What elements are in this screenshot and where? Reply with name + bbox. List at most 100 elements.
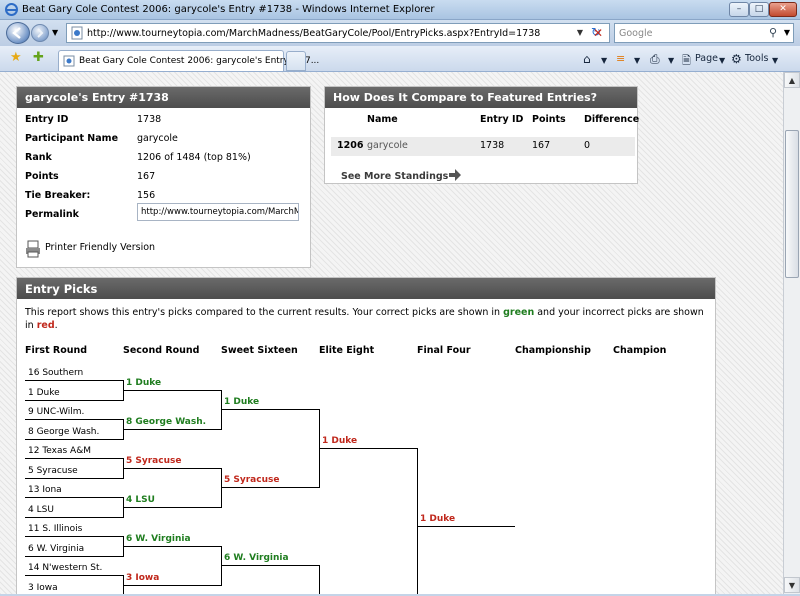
new-tab-button[interactable] <box>286 51 306 71</box>
participant-value: garycole <box>137 133 178 144</box>
round-header: Second Round <box>123 345 200 356</box>
compare-col-name: Name <box>367 114 398 125</box>
picks-intro: This report shows this entry's picks com… <box>25 307 711 332</box>
home-icon[interactable]: ⌂ <box>583 52 591 66</box>
tools-gear-icon: ⚙ <box>731 52 742 66</box>
search-input[interactable]: Google <box>619 28 653 39</box>
tiebreaker-label: Tie Breaker: <box>25 190 91 201</box>
bracket-line <box>123 584 221 586</box>
bracket-line <box>25 497 123 498</box>
forward-button[interactable] <box>31 24 49 42</box>
forward-arrow-icon <box>37 28 44 38</box>
bracket-line <box>25 438 123 440</box>
permalink-row: Permalink <box>25 209 79 220</box>
minimize-button[interactable]: – <box>729 2 749 17</box>
feeds-icon[interactable]: ≡ <box>616 52 625 65</box>
intro-red-word: red <box>36 319 55 331</box>
page-menu-dropdown-icon[interactable]: ▼ <box>719 56 725 65</box>
scroll-down-arrow-icon[interactable]: ▼ <box>784 577 800 593</box>
round-header: Elite Eight <box>319 345 375 356</box>
compare-header: How Does It Compare to Featured Entries? <box>325 87 637 108</box>
bracket-line <box>25 536 123 537</box>
points-row: Points 167 <box>25 171 155 182</box>
vertical-scrollbar[interactable]: ▲ ▼ <box>783 72 800 594</box>
scroll-up-arrow-icon[interactable]: ▲ <box>784 72 800 88</box>
compare-entry-id: 1738 <box>480 140 505 151</box>
entry-picks-panel: Entry Picks This report shows this entry… <box>16 277 716 594</box>
search-icon[interactable]: ⚲ <box>769 26 777 39</box>
round-header: Sweet Sixteen <box>221 345 298 356</box>
tiebreaker-value: 156 <box>137 190 156 201</box>
intro-green-word: green <box>503 307 535 318</box>
back-arrow-icon <box>12 27 21 39</box>
browser-tab[interactable]: Beat Gary Cole Contest 2006: garycole's … <box>58 50 319 71</box>
bracket-line <box>123 428 221 430</box>
scrollbar-thumb[interactable] <box>785 130 799 278</box>
bracket-line <box>123 545 221 547</box>
feeds-dropdown-icon[interactable]: ▼ <box>634 56 640 65</box>
tools-menu-dropdown-icon[interactable]: ▼ <box>772 56 778 65</box>
permalink-label: Permalink <box>25 209 79 220</box>
back-button[interactable] <box>6 22 30 44</box>
rank-label: Rank <box>25 152 52 163</box>
compare-row: 1206 garycole 1738 167 0 <box>331 137 635 156</box>
entry-id-value: 1738 <box>137 114 162 125</box>
bracket-line <box>25 555 123 557</box>
compare-name[interactable]: garycole <box>367 140 408 151</box>
compare-rank: 1206 <box>337 140 364 151</box>
address-bar[interactable]: http://www.tourneytopia.com/MarchMadness… <box>66 23 610 43</box>
compare-col-entry-id: Entry ID <box>480 114 524 125</box>
bracket-line <box>221 487 319 489</box>
bracket-line <box>123 389 221 391</box>
first-round-team: 3 Iowa <box>28 582 58 593</box>
bracket-line <box>25 399 123 401</box>
favorites-star-icon[interactable]: ★ <box>10 50 22 65</box>
entry-info-panel: garycole's Entry #1738 Entry ID 1738 Par… <box>16 86 311 268</box>
recent-pages-dropdown-icon[interactable]: ▼ <box>52 28 58 37</box>
compare-col-points: Points <box>532 114 566 125</box>
search-options-dropdown-icon[interactable]: ▼ <box>784 28 790 37</box>
stop-icon[interactable]: ✕ <box>593 26 603 40</box>
points-label: Points <box>25 171 59 182</box>
bracket-line <box>25 419 123 420</box>
intro-text-end: . <box>54 319 58 331</box>
entry-id-row: Entry ID 1738 <box>25 114 161 125</box>
print-icon[interactable]: ⎙ <box>650 52 660 67</box>
add-favorites-icon[interactable]: ✚ <box>33 50 44 65</box>
tiebreaker-row: Tie Breaker: 156 <box>25 190 155 201</box>
permalink-field[interactable]: http://www.tourneytopia.com/MarchM <box>137 203 299 221</box>
intro-text-start: This report shows this entry's picks com… <box>25 307 504 318</box>
entry-picks-header: Entry Picks <box>17 278 715 299</box>
see-more-standings-link[interactable]: See More Standings <box>341 171 448 182</box>
tools-menu[interactable]: Tools <box>745 53 768 64</box>
tab-label: Beat Gary Cole Contest 2006: garycole's … <box>79 56 320 66</box>
window-title-bar: Beat Gary Cole Contest 2006: garycole's … <box>0 0 800 20</box>
bracket-line <box>25 575 123 576</box>
address-dropdown-icon[interactable]: ▼ <box>577 28 583 37</box>
page-icon <box>71 26 83 40</box>
round-header: Championship <box>515 345 591 356</box>
print-dropdown-icon[interactable]: ▼ <box>668 56 674 65</box>
bracket-line <box>417 526 515 528</box>
bracket-line <box>25 516 123 518</box>
entry-info-header: garycole's Entry #1738 <box>17 87 310 108</box>
rank-value: 1206 of 1484 (top 81%) <box>137 152 251 163</box>
tab-page-icon <box>63 55 75 67</box>
bracket-line <box>319 448 417 450</box>
bracket-line <box>123 506 221 508</box>
round-header: First Round <box>25 345 88 356</box>
search-box[interactable]: Google ⚲ ▼ <box>614 23 794 43</box>
compare-difference: 0 <box>584 140 591 151</box>
address-url: http://www.tourneytopia.com/MarchMadness… <box>87 28 541 39</box>
window-title: Beat Gary Cole Contest 2006: garycole's … <box>22 4 435 15</box>
rank-row: Rank 1206 of 1484 (top 81%) <box>25 152 251 163</box>
printer-friendly-link[interactable]: Printer Friendly Version <box>45 242 155 253</box>
entry-id-label: Entry ID <box>25 114 69 125</box>
page-menu[interactable]: Page <box>695 53 718 64</box>
bracket-line <box>123 467 221 469</box>
right-arrow-icon[interactable] <box>448 168 462 182</box>
close-button[interactable]: ✕ <box>769 2 797 17</box>
bracket-line <box>221 409 319 411</box>
maximize-button[interactable]: □ <box>749 2 769 17</box>
home-dropdown-icon[interactable]: ▼ <box>601 56 607 65</box>
